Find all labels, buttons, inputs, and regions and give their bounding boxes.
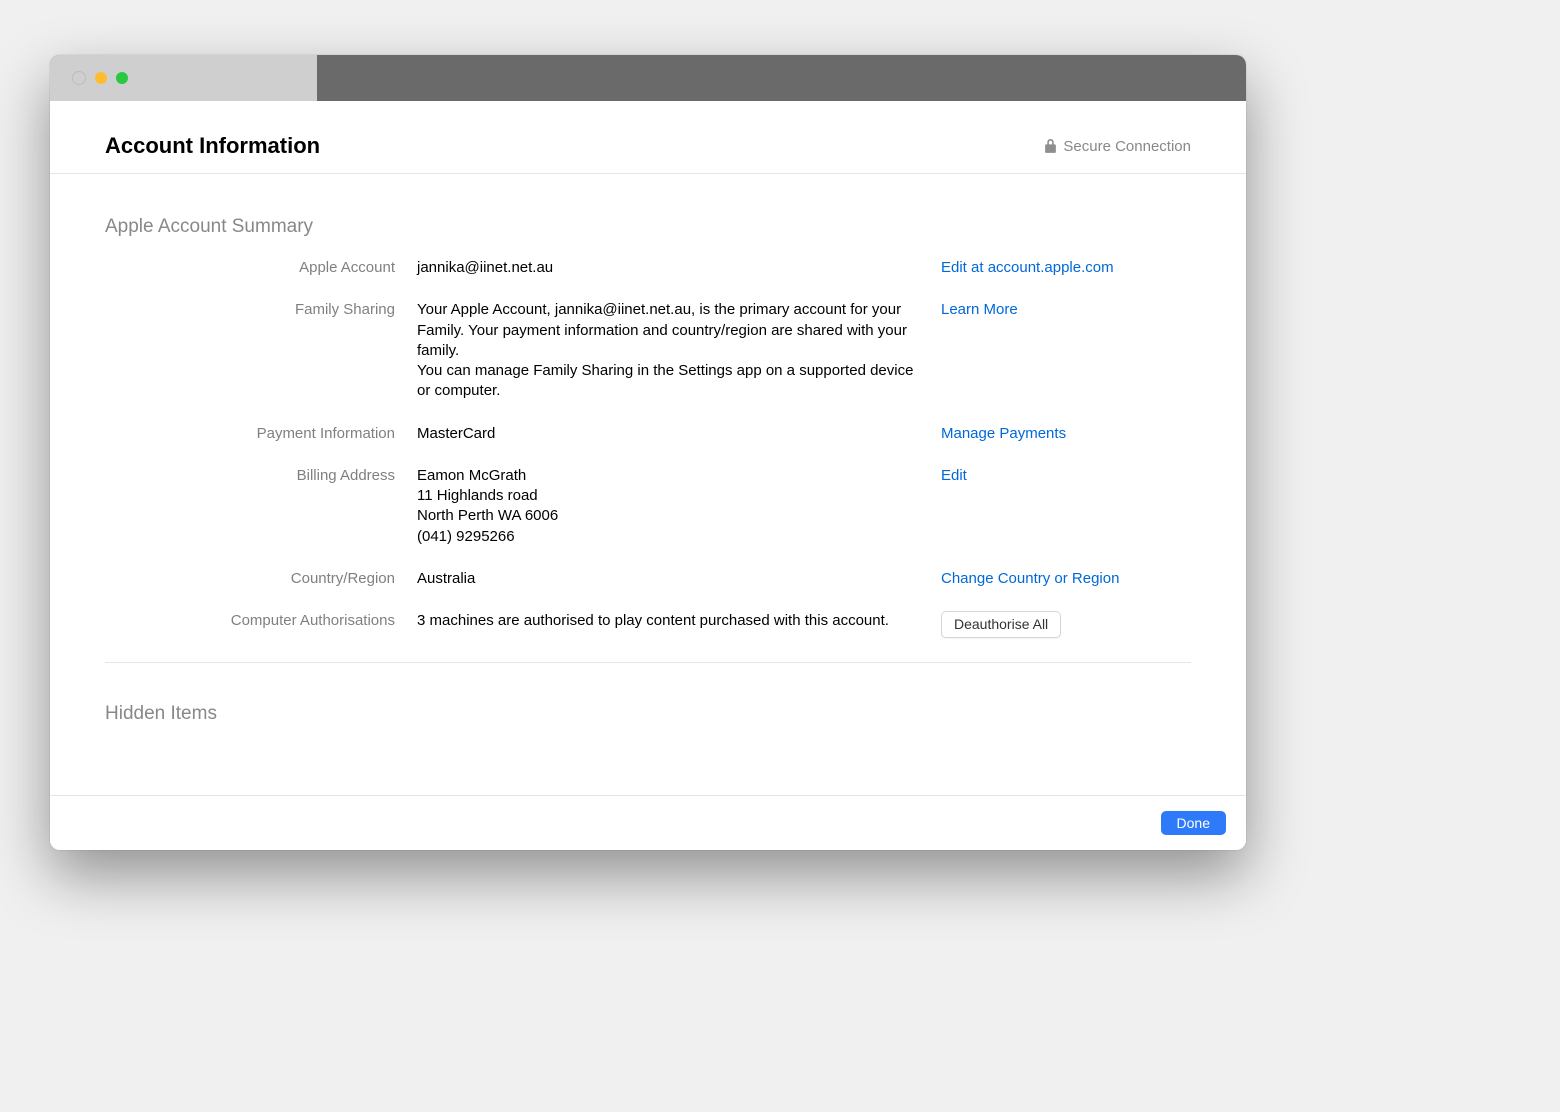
link-manage-payments[interactable]: Manage Payments: [941, 425, 1066, 442]
section-title-summary: Apple Account Summary: [105, 216, 1191, 238]
traffic-light-area: [50, 55, 317, 101]
row-computer-authorisations: Computer Authorisations 3 machines are a…: [105, 611, 1191, 638]
label-billing-address: Billing Address: [105, 466, 395, 547]
value-computer-authorisations: 3 machines are authorised to play conten…: [417, 611, 919, 638]
label-country-region: Country/Region: [105, 569, 395, 589]
account-information-window: Account Information Secure Connection Ap…: [50, 55, 1246, 850]
link-change-country[interactable]: Change Country or Region: [941, 570, 1119, 587]
button-deauthorise-all[interactable]: Deauthorise All: [941, 611, 1061, 638]
secure-connection-label: Secure Connection: [1063, 138, 1191, 155]
section-divider: [105, 662, 1191, 663]
done-button[interactable]: Done: [1161, 811, 1226, 835]
value-payment-information: MasterCard: [417, 424, 919, 444]
lock-icon: [1044, 139, 1057, 154]
label-family-sharing: Family Sharing: [105, 300, 395, 401]
content-area: Account Information Secure Connection Ap…: [50, 101, 1246, 796]
value-country-region: Australia: [417, 569, 919, 589]
label-computer-authorisations: Computer Authorisations: [105, 611, 395, 638]
window-close-button[interactable]: [72, 71, 86, 85]
value-family-sharing: Your Apple Account, jannika@iinet.net.au…: [417, 300, 919, 401]
window-titlebar: [50, 55, 1246, 101]
link-edit-apple-account[interactable]: Edit at account.apple.com: [941, 259, 1114, 276]
label-payment-information: Payment Information: [105, 424, 395, 444]
row-family-sharing: Family Sharing Your Apple Account, janni…: [105, 300, 1191, 401]
secure-connection-indicator: Secure Connection: [1044, 138, 1191, 155]
footer-bar: Done: [50, 795, 1246, 850]
link-edit-billing[interactable]: Edit: [941, 467, 967, 484]
page-title: Account Information: [105, 133, 320, 159]
row-payment-information: Payment Information MasterCard Manage Pa…: [105, 424, 1191, 444]
row-country-region: Country/Region Australia Change Country …: [105, 569, 1191, 589]
section-title-hidden-items: Hidden Items: [105, 703, 1191, 725]
window-maximize-button[interactable]: [116, 72, 128, 84]
row-apple-account: Apple Account jannika@iinet.net.au Edit …: [105, 258, 1191, 278]
value-billing-address: Eamon McGrath 11 Highlands road North Pe…: [417, 466, 919, 547]
row-billing-address: Billing Address Eamon McGrath 11 Highlan…: [105, 466, 1191, 547]
label-apple-account: Apple Account: [105, 258, 395, 278]
window-minimize-button[interactable]: [95, 72, 107, 84]
value-apple-account: jannika@iinet.net.au: [417, 258, 919, 278]
link-family-sharing-learn-more[interactable]: Learn More: [941, 301, 1018, 318]
